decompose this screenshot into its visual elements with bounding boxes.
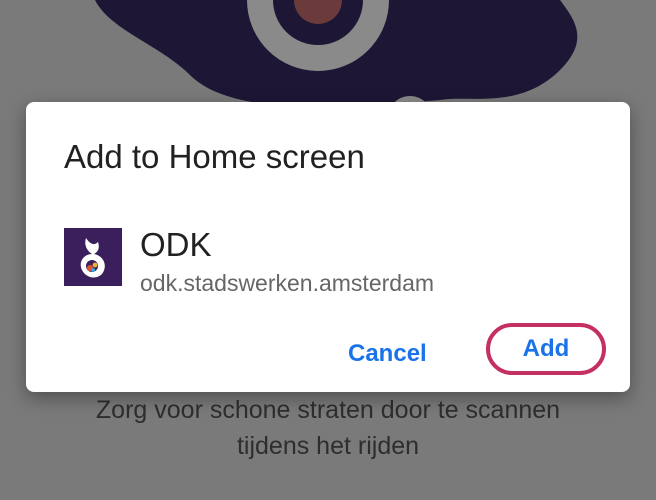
odk-logo-icon [64, 228, 122, 286]
caption-line-1: Zorg voor schone straten door te scannen [95, 396, 561, 424]
dialog-title: Add to Home screen [64, 138, 365, 175]
app-url: odk.stadswerken.amsterdam [140, 270, 435, 296]
add-button[interactable]: Add [490, 327, 602, 371]
add-to-home-dialog: Add to Home screen ODK odk.stadswerken.a… [26, 102, 630, 392]
add-button-highlight: Add [486, 323, 606, 375]
caption-line-2: tijdens het rijden [236, 432, 420, 460]
app-name: ODK [140, 226, 212, 263]
cancel-button[interactable]: Cancel [348, 340, 427, 368]
background-caption: Zorg voor schone straten door te scannen… [0, 392, 656, 464]
